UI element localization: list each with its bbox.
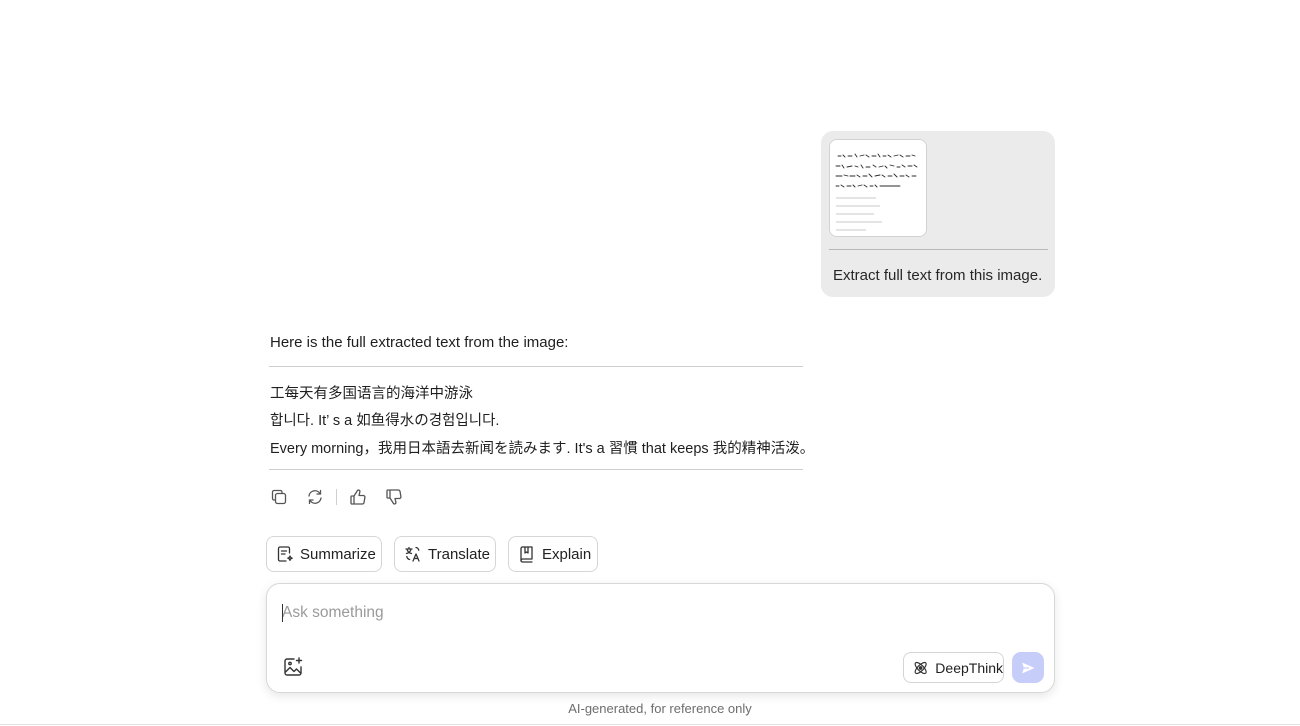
extracted-text-line-1: 工每天有多国语言的海洋中游泳 <box>270 386 473 402</box>
user-message-text: Extract full text from this image. <box>833 267 1043 284</box>
extracted-text-line-2: 합니다. It’ s a 如鱼得水の경험입니다. <box>270 413 500 429</box>
summarize-button[interactable]: Summarize <box>266 536 382 572</box>
bubble-divider <box>829 249 1048 250</box>
reply-divider-bottom <box>269 469 803 470</box>
thumbs-up-icon[interactable] <box>347 486 369 508</box>
translate-icon <box>405 546 420 562</box>
send-button[interactable] <box>1012 652 1044 683</box>
translate-button[interactable]: Translate <box>394 536 496 572</box>
ask-input[interactable] <box>282 601 882 625</box>
user-message-bubble: Extract full text from this image. <box>821 131 1055 297</box>
explain-button[interactable]: Explain <box>508 536 598 572</box>
summarize-icon <box>277 546 293 562</box>
extracted-text-line-3: Every morning，我用日本語去新闻を読みます. It's a 習慣 t… <box>270 441 815 457</box>
deepthink-toggle[interactable]: DeepThink <box>903 652 1004 683</box>
bottom-border <box>0 724 1300 725</box>
text-caret <box>282 604 283 622</box>
deepthink-label: DeepThink <box>935 659 1003 676</box>
atom-icon <box>914 661 927 674</box>
message-composer: DeepThink <box>266 583 1055 693</box>
assistant-reply-intro: Here is the full extracted text from the… <box>270 334 569 351</box>
explain-label: Explain <box>542 545 592 563</box>
image-upload-icon[interactable] <box>282 656 304 678</box>
book-icon <box>520 546 533 563</box>
regenerate-icon[interactable] <box>304 486 326 508</box>
ai-disclaimer: AI-generated, for reference only <box>568 701 752 716</box>
send-icon <box>1022 662 1035 673</box>
translate-label: Translate <box>428 545 490 563</box>
image-attachment-thumbnail[interactable] <box>829 139 927 237</box>
copy-icon[interactable] <box>268 486 290 508</box>
thumbs-down-icon[interactable] <box>383 486 405 508</box>
summarize-label: Summarize <box>300 545 376 563</box>
actions-separator <box>336 489 337 505</box>
reply-divider-top <box>269 366 803 367</box>
